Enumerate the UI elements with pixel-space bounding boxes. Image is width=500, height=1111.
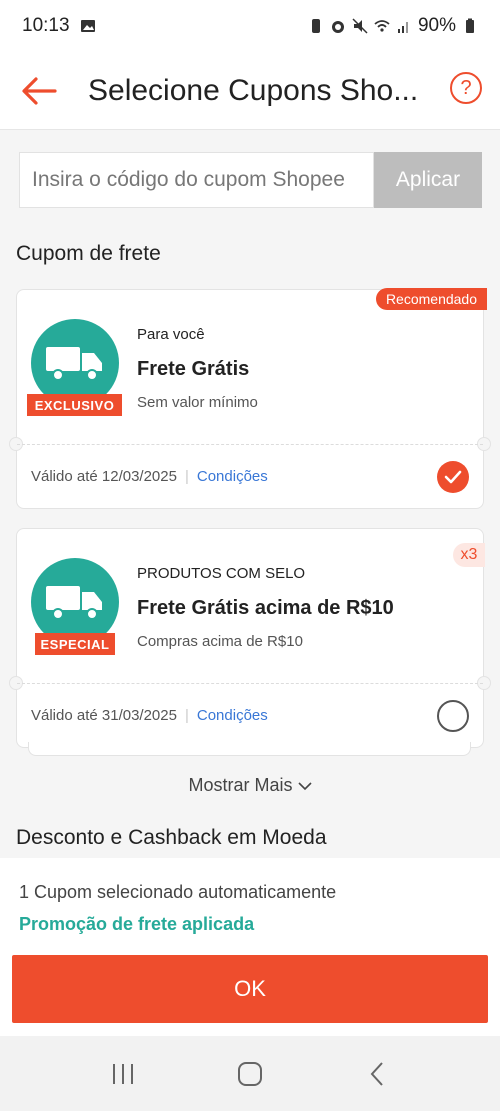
show-more-button[interactable]: Mostrar Mais	[0, 775, 500, 796]
notification-icon	[311, 19, 320, 33]
home-button[interactable]	[225, 1054, 275, 1094]
show-more-label: Mostrar Mais	[188, 775, 293, 795]
battery-icon	[466, 18, 474, 33]
voucher-footer: Válido até 31/03/2025 | Condições	[17, 683, 483, 747]
section-title-coin: Desconto e Cashback em Moeda	[16, 826, 327, 849]
voucher-card[interactable]: EXCLUSIVO Para você Frete Grátis Sem val…	[9, 288, 491, 509]
apply-button[interactable]: Aplicar	[374, 152, 482, 208]
back-nav-button[interactable]	[352, 1054, 402, 1094]
voucher-body: EXCLUSIVO Para você Frete Grátis Sem val…	[17, 288, 487, 444]
voucher-label: PRODUTOS COM SELO	[137, 565, 306, 582]
status-time: 10:13	[22, 15, 70, 36]
voucher-title: Frete Grátis acima de R$10	[137, 597, 394, 619]
voucher-title: Frete Grátis	[137, 358, 250, 380]
recent-apps-icon	[113, 1063, 134, 1084]
conditions-link[interactable]: Condições	[197, 707, 268, 724]
recent-apps-button[interactable]	[98, 1054, 148, 1094]
coupon-code-input[interactable]	[19, 152, 374, 208]
voucher-card[interactable]: ESPECIAL PRODUTOS COM SELO Frete Grátis …	[9, 528, 491, 748]
truck-icon	[46, 347, 102, 381]
voucher-tag: EXCLUSIVO	[27, 394, 122, 416]
voucher-validity: Válido até 31/03/2025	[31, 707, 177, 724]
voucher-selected-checkbox[interactable]	[437, 461, 469, 493]
truck-icon	[46, 586, 102, 620]
quantity-badge: x3	[453, 543, 485, 567]
voucher-tag: ESPECIAL	[35, 633, 115, 655]
recommended-badge: Recomendado	[375, 288, 487, 310]
coupon-code-row: Aplicar	[19, 152, 482, 208]
stacked-card-edge	[28, 742, 471, 756]
app-header: Selecione Cupons Sho... ?	[0, 52, 500, 130]
page-title: Selecione Cupons Sho...	[88, 73, 419, 107]
voucher-validity: Válido até 12/03/2025	[31, 468, 177, 485]
bottom-panel: 1 Cupom selecionado automaticamente Prom…	[0, 858, 500, 1036]
promo-applied-text: Promoção de frete aplicada	[19, 914, 255, 934]
section-title-shipping: Cupom de frete	[16, 242, 161, 265]
home-icon	[237, 1061, 262, 1086]
divider: |	[184, 707, 189, 724]
back-button[interactable]	[0, 52, 78, 130]
voucher-body: ESPECIAL PRODUTOS COM SELO Frete Grátis …	[17, 529, 485, 683]
voucher-subtitle: Sem valor mínimo	[137, 394, 258, 411]
status-right: 90%	[308, 15, 478, 37]
divider: |	[184, 468, 189, 485]
voucher-subtitle: Compras acima de R$10	[137, 633, 303, 650]
mute-icon	[352, 18, 368, 34]
auto-selected-text: 1 Cupom selecionado automaticamente	[19, 882, 337, 902]
voucher-text: PRODUTOS COM SELO Frete Grátis acima de …	[137, 565, 394, 650]
status-bar: 10:13 90%	[0, 0, 500, 52]
status-left: 10:13	[22, 15, 96, 37]
voucher-text: Para você Frete Grátis Sem valor mínimo	[137, 326, 258, 411]
voucher-label: Para você	[137, 326, 205, 343]
system-nav-bar	[0, 1036, 500, 1111]
conditions-link[interactable]: Condições	[197, 468, 268, 485]
voucher-footer: Válido até 12/03/2025 | Condições	[17, 444, 483, 508]
alarm-icon	[331, 21, 344, 33]
arrow-left-icon	[22, 76, 57, 105]
question-circle-icon: ?	[460, 76, 472, 99]
signal-icon	[397, 22, 408, 33]
wifi-icon	[374, 20, 390, 32]
voucher-select-radio[interactable]	[437, 700, 469, 732]
help-button[interactable]: ?	[450, 72, 482, 104]
battery-percent: 90%	[417, 15, 456, 36]
back-chevron-icon	[370, 1061, 383, 1086]
gallery-icon	[80, 20, 95, 32]
ok-button[interactable]: OK	[12, 955, 488, 1023]
chevron-down-icon	[297, 782, 312, 791]
check-icon	[444, 470, 462, 484]
